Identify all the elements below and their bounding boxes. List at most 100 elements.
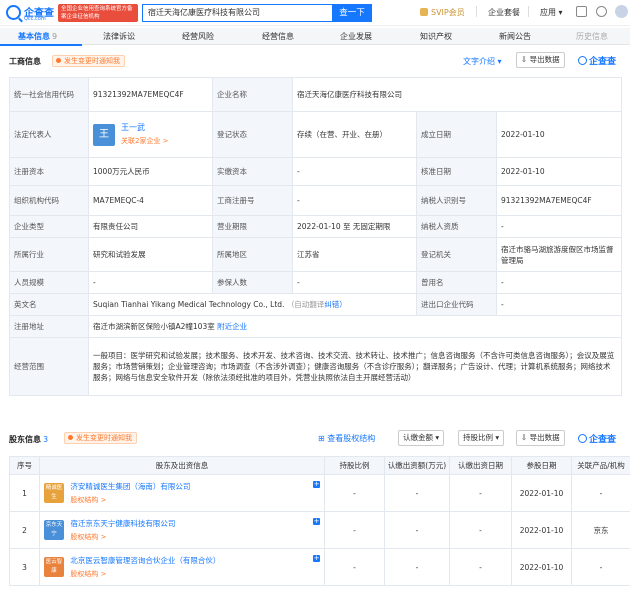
value-term: 2022-01-10 至 无固定期限 — [292, 215, 417, 238]
notification-icon[interactable] — [596, 6, 607, 17]
sort-amount-dropdown[interactable]: 认缴金额 ▾ — [398, 430, 445, 446]
related-companies-link[interactable]: 关联2家企业 > — [121, 136, 169, 147]
export-button[interactable]: ⇩ 导出数据 — [516, 52, 565, 68]
shareholder-name-link[interactable]: 宿迁京东天宁健康科技有限公司 — [70, 518, 175, 529]
watermark-label: 企查查 — [589, 435, 617, 445]
logo-mark-icon — [6, 5, 21, 20]
svip-link[interactable]: SVIP会员 — [420, 7, 465, 18]
value-english-name: Suqian Tianhai Yikang Medical Technology… — [88, 293, 417, 316]
value-import-export: - — [496, 293, 622, 316]
equity-structure-sub-link[interactable]: 股权结构 > — [70, 495, 190, 505]
equity-structure-sub-link[interactable]: 股权结构 > — [70, 532, 175, 542]
col-ratio: 持股比例 — [324, 456, 385, 475]
translation-correct-link[interactable]: 纠错） — [324, 300, 347, 309]
nearby-companies-link[interactable]: 附近企业 — [217, 322, 247, 331]
value-approval-date: 2022-01-10 — [496, 157, 622, 186]
value-staff: - — [88, 271, 213, 294]
tab-operations[interactable]: 经营信息 — [262, 28, 294, 45]
message-icon[interactable] — [576, 6, 587, 17]
legal-rep-name-link[interactable]: 王一武 — [121, 122, 169, 133]
notify-change-button[interactable]: 发生变更时通知我 — [52, 55, 125, 67]
apps-menu[interactable]: 应用 ▾ — [540, 7, 563, 18]
company-logo: 精诚医生 — [44, 483, 64, 503]
active-tab-indicator — [0, 44, 82, 46]
tab-news[interactable]: 新闻公告 — [499, 28, 531, 45]
tab-ip[interactable]: 知识产权 — [420, 28, 452, 45]
amount: - — [384, 511, 450, 549]
shareholder-name-link[interactable]: 北京医云智康管理咨询合伙企业（有限合伙） — [70, 555, 220, 566]
value-address: 宿迁市湖滨新区保险小镇A2幢103室 附近企业 — [88, 315, 622, 338]
search-button[interactable]: 查一下 — [332, 4, 372, 22]
equity-structure-link[interactable]: ⊞ 查看股权结构 — [318, 433, 375, 444]
amount: - — [384, 548, 450, 586]
notify-shareholder-change-button[interactable]: 发生变更时通知我 — [64, 432, 137, 444]
date: - — [449, 474, 512, 512]
col-date: 认缴出资日期 — [449, 456, 512, 475]
sort-ratio-dropdown[interactable]: 持股比例 ▾ — [458, 430, 505, 446]
ratio: - — [324, 548, 385, 586]
label-company-type: 企业类型 — [9, 215, 89, 238]
label-established: 成立日期 — [416, 111, 497, 158]
col-joined: 参股日期 — [511, 456, 572, 475]
export-shareholders-button[interactable]: ⇩ 导出数据 — [516, 430, 565, 446]
row-no: 1 — [9, 474, 40, 512]
business-info-table: 统一社会信用代码 91321392MA7EMEQC4F 企业名称 宿迁天海亿康医… — [9, 77, 622, 396]
intro-label: 文字介绍 — [463, 57, 495, 66]
product-link[interactable]: 京东 — [571, 511, 630, 549]
intro-link[interactable]: 文字介绍 ▾ — [463, 56, 502, 67]
tab-risk[interactable]: 经营风险 — [182, 28, 214, 45]
qcc-logo-icon — [578, 56, 587, 65]
label-status: 登记状态 — [212, 111, 293, 158]
expand-plus-icon[interactable]: + — [313, 518, 320, 525]
expand-plus-icon[interactable]: + — [313, 555, 320, 562]
main-tabs: 基本信息 9 法律诉讼 经营风险 经营信息 企业发展 知识产权 新闻公告 历史信息 — [0, 28, 630, 45]
product: - — [571, 474, 630, 512]
divider — [476, 6, 477, 17]
col-no: 序号 — [9, 456, 40, 475]
value-credit-code: 91321392MA7EMEQC4F — [88, 77, 213, 112]
value-taxpayer-id: 91321392MA7EMEQC4F — [496, 185, 622, 216]
top-header: 企查查 Qcc.com 全国企业信用查询系统官方备案企业征信机构 宿迁天海亿康医… — [0, 0, 630, 26]
tab-label: 基本信息 — [18, 32, 50, 41]
value-company-name: 宿迁天海亿康医疗科技有限公司 — [292, 77, 622, 112]
value-region: 江苏省 — [292, 237, 417, 272]
shareholders-count: 3 — [43, 435, 49, 444]
tab-development[interactable]: 企业发展 — [340, 28, 372, 45]
label-taxpayer-id: 纳税人识别号 — [416, 185, 497, 216]
qcc-logo-icon — [578, 434, 587, 443]
value-status: 存续（在营、开业、在册） — [292, 111, 417, 158]
tab-history[interactable]: 历史信息 — [576, 28, 608, 45]
tab-lawsuits[interactable]: 法律诉讼 — [103, 28, 135, 45]
expand-plus-icon[interactable]: + — [313, 481, 320, 488]
svip-label: SVIP会员 — [431, 8, 465, 17]
label-import-export: 进出口企业代码 — [416, 293, 497, 316]
sort-ratio-label: 持股比例 — [463, 433, 493, 442]
address-text: 宿迁市湖滨新区保险小镇A2幢103室 — [93, 322, 215, 331]
legal-rep-avatar: 王 — [93, 123, 115, 146]
enterprise-link[interactable]: 企业套餐 — [488, 7, 520, 18]
crown-icon — [420, 8, 428, 16]
shareholders-table: 序号 股东及出资信息 持股比例 认缴出资额(万元) 认缴出资日期 参股日期 关联… — [9, 456, 630, 586]
shareholders-title: 股东信息 — [9, 435, 41, 444]
label-region: 所属地区 — [212, 237, 293, 272]
tab-count: 9 — [52, 32, 58, 41]
row-no: 2 — [9, 511, 40, 549]
watermark-label: 企查查 — [589, 57, 617, 67]
user-avatar[interactable] — [615, 5, 628, 18]
shareholder-cell: 医云智康 北京医云智康管理咨询合伙企业（有限合伙） 股权结构 > + — [39, 548, 325, 586]
equity-structure-sub-link[interactable]: 股权结构 > — [70, 569, 220, 579]
table-header-row: 序号 股东及出资信息 持股比例 认缴出资额(万元) 认缴出资日期 参股日期 关联… — [9, 456, 630, 475]
auto-translate-note: （自动翻译 — [286, 300, 325, 309]
label-authority: 登记机关 — [416, 237, 497, 272]
value-org-code: MA7EMEQC-4 — [88, 185, 213, 216]
search-input[interactable]: 宿迁天海亿康医疗科技有限公司 — [142, 4, 332, 22]
label-industry: 所属行业 — [9, 237, 89, 272]
value-reg-no: - — [292, 185, 417, 216]
shareholder-name-link[interactable]: 济安精诚医生集团（海南）有限公司 — [70, 481, 190, 492]
value-insured: - — [292, 271, 417, 294]
export-label: 导出数据 — [529, 55, 560, 64]
tab-basic-info[interactable]: 基本信息 9 — [18, 28, 57, 45]
official-tag: 全国企业信用查询系统官方备案企业征信机构 — [58, 4, 138, 22]
qcc-logo[interactable]: 企查查 Qcc.com — [6, 4, 56, 22]
qcc-watermark: 企查查 — [578, 432, 616, 445]
